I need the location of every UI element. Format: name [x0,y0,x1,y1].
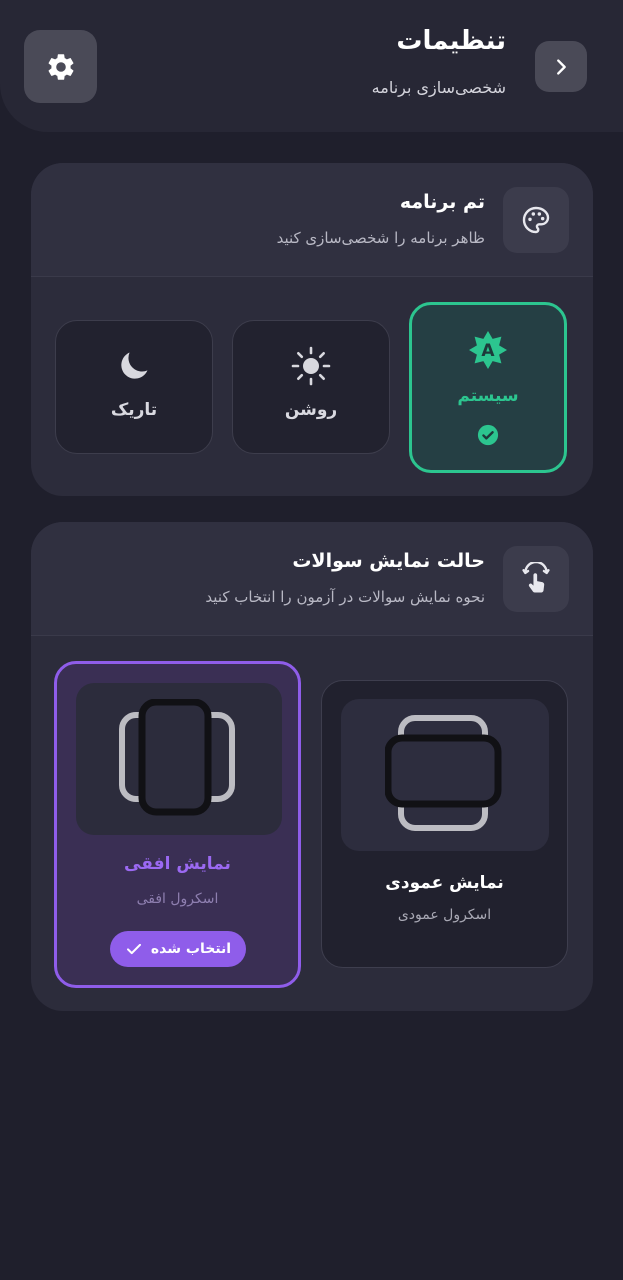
display-option-label: نمایش افقی [124,854,231,874]
display-section-icon-box [503,546,569,612]
theme-card-header: تم برنامه ظاهر برنامه را شخصی‌سازی کنید [31,163,593,277]
theme-section-title: تم برنامه [399,191,485,213]
display-option-horizontal[interactable]: نمایش افقی اسکرول افقی انتخاب شده [54,661,301,988]
theme-section-icon-box [503,187,569,253]
theme-option-label: سیستم [457,386,519,406]
display-section-title: حالت نمایش سوالات [292,550,485,572]
back-button[interactable] [535,41,587,92]
horizontal-layout-icon [119,699,235,816]
display-mode-card: حالت نمایش سوالات نحوه نمایش سوالات در آ… [31,522,593,1011]
svg-text:A: A [481,341,495,361]
display-option-sub: اسکرول افقی [136,891,219,907]
check-circle-icon [477,424,499,446]
settings-button[interactable] [24,30,97,103]
theme-option-label: تاریک [110,400,158,420]
header: تنظیمات شخصی‌سازی برنامه [0,0,623,132]
theme-section-subtitle: ظاهر برنامه را شخصی‌سازی کنید [276,229,485,247]
display-option-label: نمایش عمودی [385,873,504,893]
moon-icon [121,352,148,379]
auto-theme-icon: A [469,331,507,369]
selected-badge-label: انتخاب شده [150,941,232,957]
gear-icon [48,53,73,80]
display-section-subtitle: نحوه نمایش سوالات در آزمون را انتخاب کنی… [205,588,485,606]
chevron-right-icon [557,58,566,75]
theme-option-system[interactable]: A سیستم [409,302,567,473]
vertical-preview [341,699,549,851]
selected-badge: انتخاب شده [110,931,246,967]
theme-option-light[interactable]: روشن [232,320,390,454]
display-option-sub: اسکرول عمودی [397,907,492,923]
display-option-vertical[interactable]: نمایش عمودی اسکرول عمودی [321,680,568,968]
page-title: تنظیمات [396,26,506,56]
swipe-touch-icon [522,562,550,593]
page-subtitle: شخصی‌سازی برنامه [371,78,506,97]
display-mode-card-header: حالت نمایش سوالات نحوه نمایش سوالات در آ… [31,522,593,636]
horizontal-preview [76,683,282,835]
vertical-layout-icon [385,715,502,831]
theme-card: تم برنامه ظاهر برنامه را شخصی‌سازی کنید … [31,163,593,496]
theme-option-dark[interactable]: تاریک [55,320,213,454]
settings-page: تنظیمات شخصی‌سازی برنامه تم برنامه ظاهر … [0,0,623,1280]
check-icon [126,943,141,955]
sun-icon [291,346,331,386]
palette-icon [522,206,550,234]
theme-option-label: روشن [284,400,338,420]
